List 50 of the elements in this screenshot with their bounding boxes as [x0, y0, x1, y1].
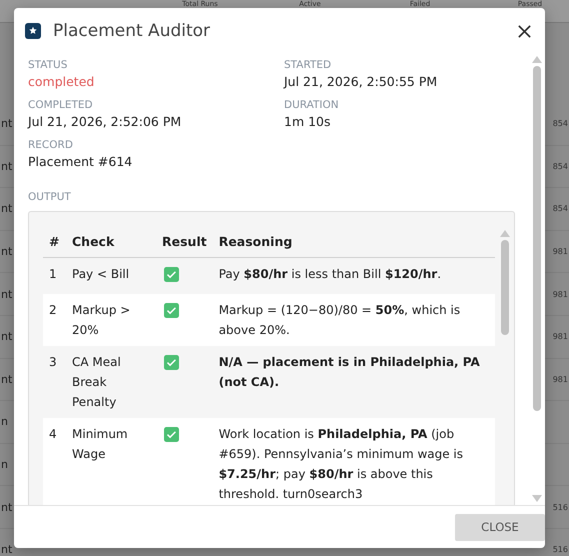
table-cell: nt	[1, 543, 12, 556]
table-cell: nt	[1, 202, 12, 216]
field-label: DURATION	[284, 99, 340, 111]
table-cell: n	[1, 415, 8, 428]
table-cell: CA Meal Break Penalty	[72, 355, 121, 409]
field-value: Placement #614	[28, 154, 134, 169]
table-cell: 4	[49, 427, 57, 441]
table-cell: n	[1, 458, 8, 472]
column-header: Reasoning	[212, 228, 495, 258]
column-header: Check	[66, 228, 156, 258]
field-label: OUTPUT	[28, 191, 72, 203]
table-cell: 981	[552, 290, 568, 299]
table-cell: Pay < Bill	[72, 267, 130, 281]
status-value: completed	[28, 74, 96, 89]
table-cell: nt	[1, 117, 12, 130]
column-header: Result	[156, 228, 213, 258]
table-cell: N/A — placement is in Philadelphia, PA (not CA).	[218, 355, 480, 389]
field-value: Jul 21, 2026, 2:50:55 PM	[284, 74, 438, 89]
close-button[interactable]: CLOSE	[455, 514, 545, 540]
close-icon[interactable]	[517, 24, 532, 38]
dialog-title: Placement Auditor	[53, 21, 212, 41]
table-cell: 2	[49, 303, 57, 317]
field-label: STARTED	[284, 59, 332, 71]
table-cell: 1	[49, 267, 57, 281]
table-cell: 981	[552, 247, 568, 256]
table-cell: nt	[1, 288, 12, 301]
table-cell: 3	[49, 355, 57, 369]
table-cell: Markup > 20%	[72, 303, 130, 337]
field-value: Jul 21, 2026, 2:52:06 PM	[28, 114, 182, 129]
table-cell: nt	[1, 245, 12, 258]
table-cell: 516	[552, 545, 568, 554]
field-label: STATUS	[28, 59, 68, 71]
table-cell: nt	[1, 330, 12, 344]
table-cell: nt	[1, 500, 12, 514]
table-cell: Markup = (120−80)/80 = 50%, which is above 20%.	[218, 303, 460, 337]
table-cell: nt	[1, 372, 12, 386]
table-cell: 854	[552, 162, 568, 171]
column-header: #	[43, 228, 66, 258]
table-cell: nt	[1, 160, 12, 173]
table-cell: 516	[552, 502, 568, 512]
field-label: RECORD	[28, 139, 74, 151]
table-cell: 854	[552, 119, 568, 128]
field-value: 1m 10s	[284, 114, 332, 129]
table-cell: 981	[552, 374, 568, 384]
table-cell: 981	[552, 332, 568, 342]
field-label: COMPLETED	[28, 99, 94, 111]
table-cell: Minimum Wage	[72, 427, 128, 461]
table-cell: 854	[552, 204, 568, 214]
table-cell: Pay $80/hr is less than Bill $120/hr.	[218, 267, 442, 281]
table-cell: Work location is Philadelphia, PA (job #659). Pennsylvania’s minimum wage is $7.25/hr; pay $80/hr is above this threshold. turn0search3	[218, 427, 464, 501]
